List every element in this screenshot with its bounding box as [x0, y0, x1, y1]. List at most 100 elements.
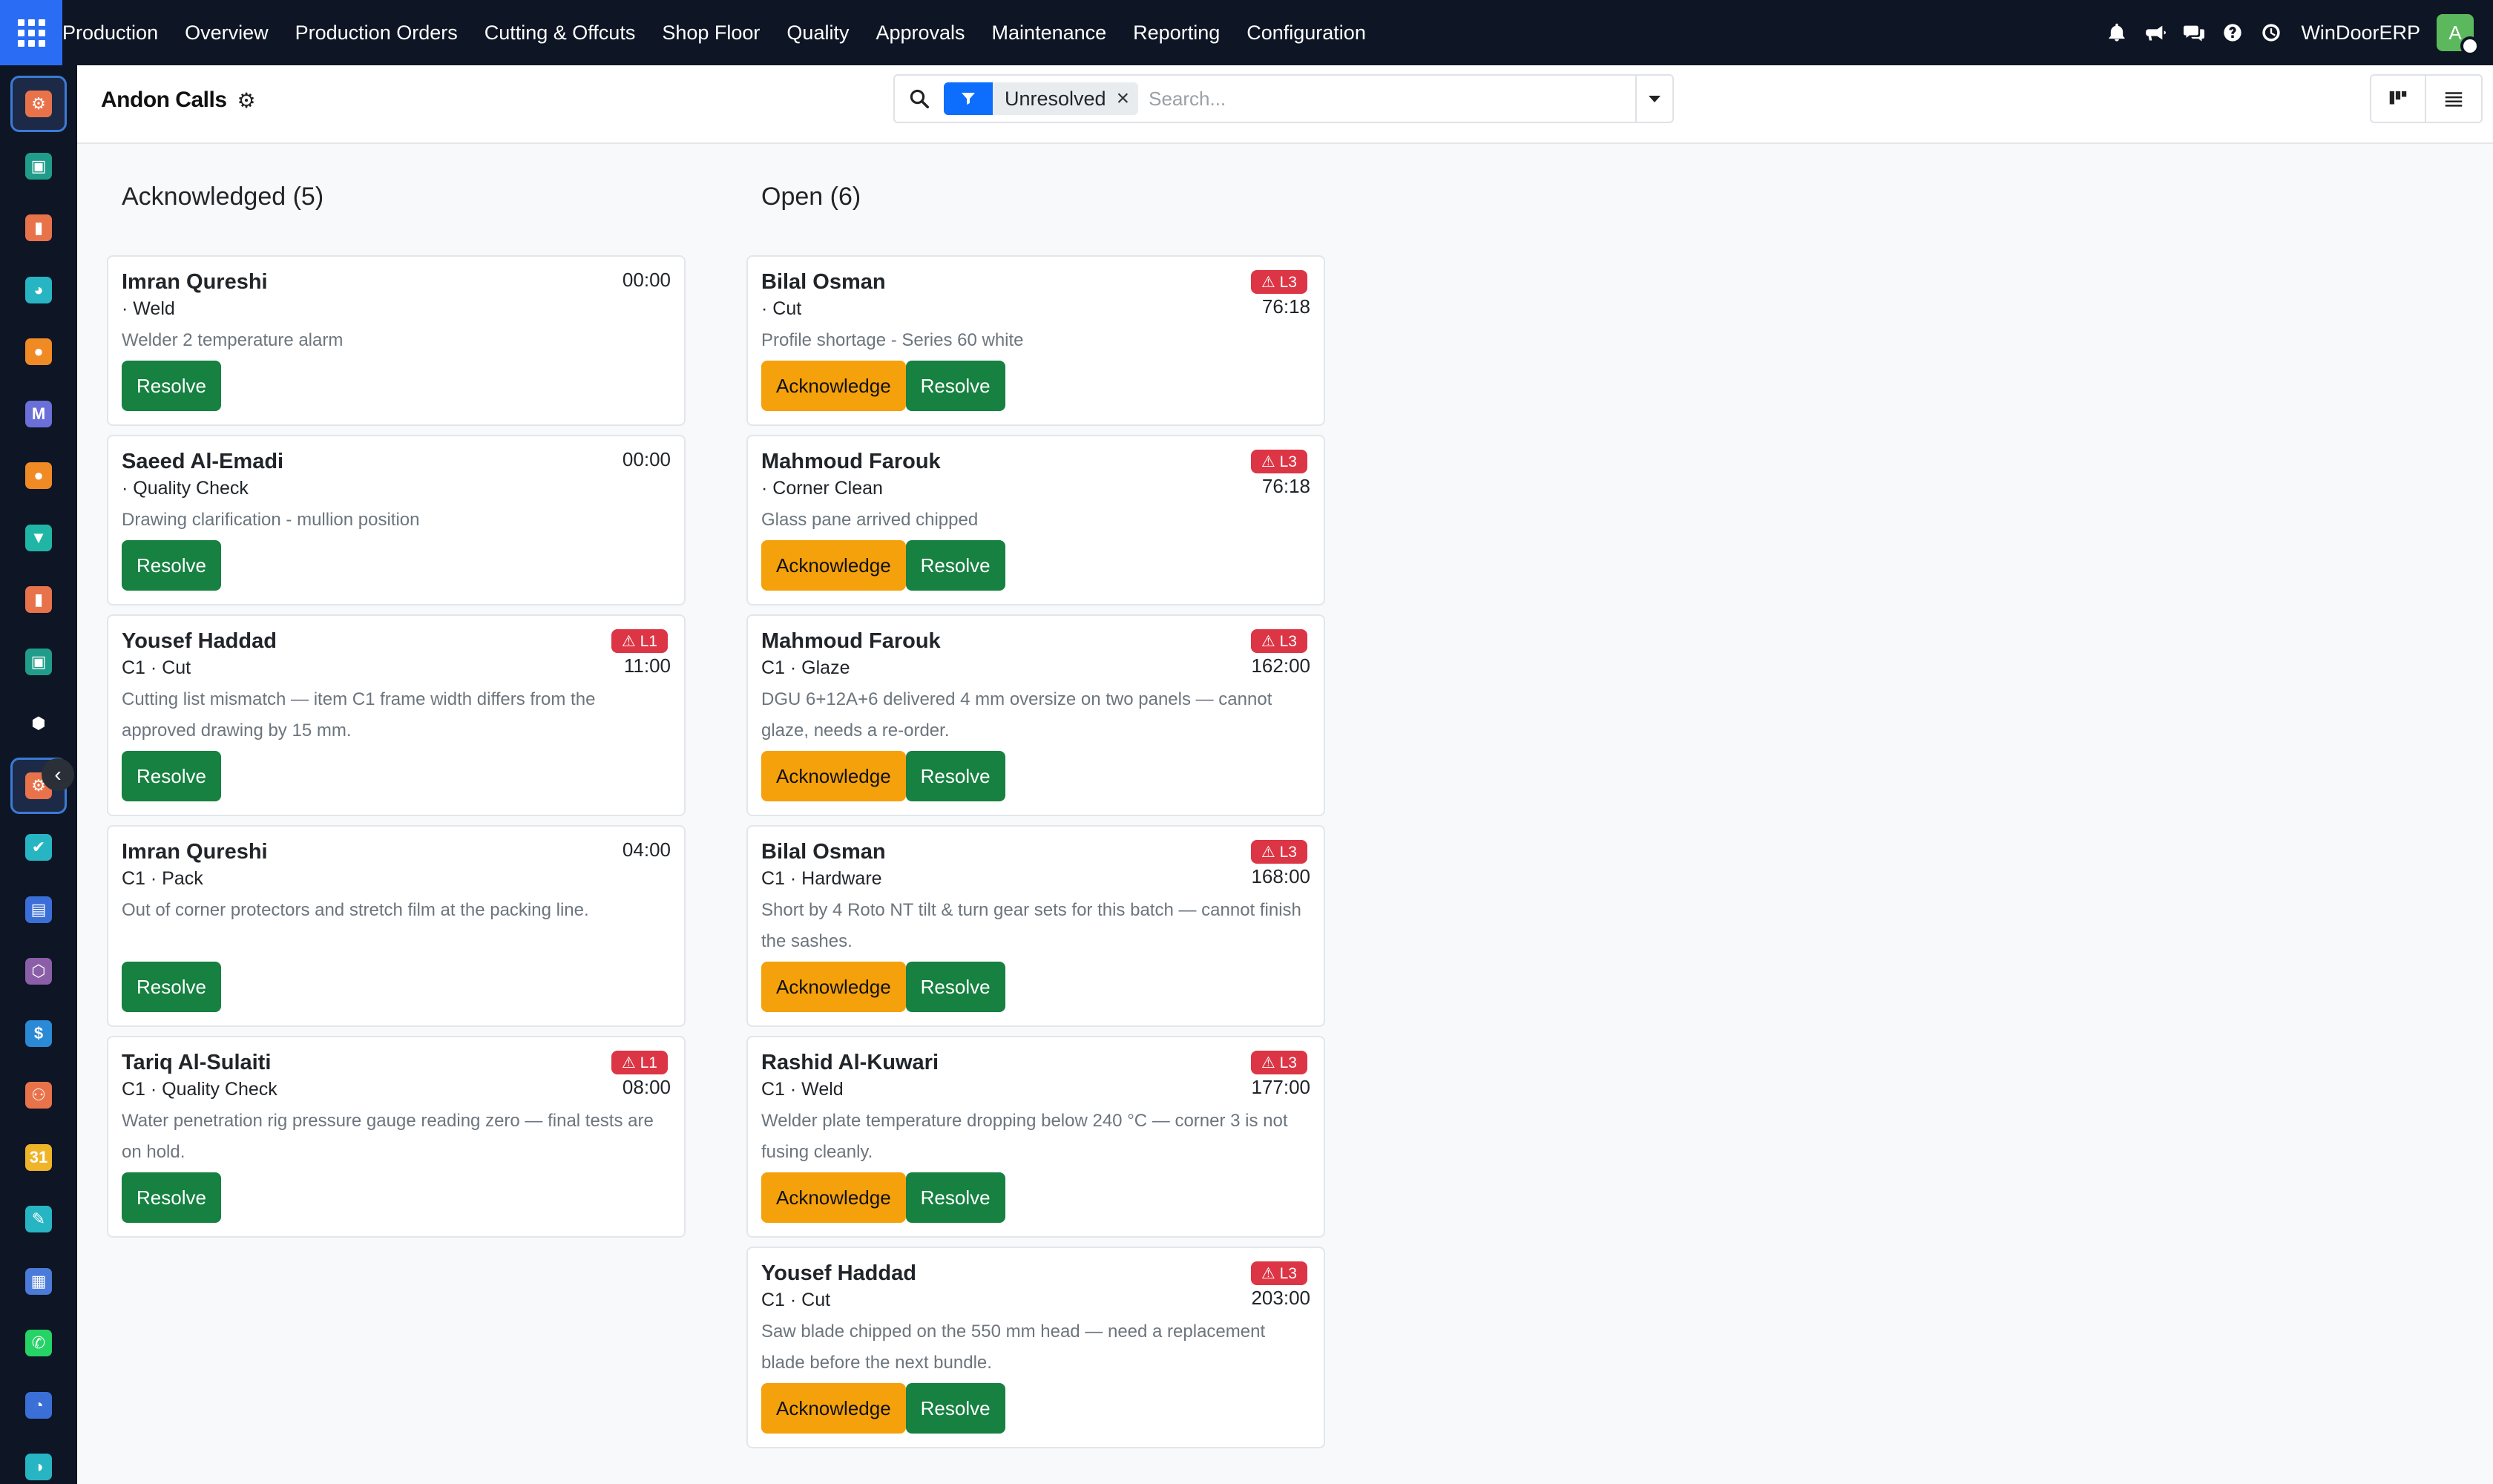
sidebar-app-item[interactable]: ▣: [10, 634, 67, 690]
main-menu: Production Overview Production Orders Cu…: [62, 0, 1379, 65]
caret-down-icon: [1649, 95, 1661, 102]
clock-icon[interactable]: [2252, 0, 2290, 65]
acknowledge-button[interactable]: Acknowledge: [761, 962, 906, 1012]
sidebar-app-item[interactable]: ▮: [10, 200, 67, 256]
andon-card[interactable]: Yousef Haddad C1 · Cut Cutting list mismat…: [107, 614, 686, 816]
andon-card[interactable]: Bilal Osman C1 · Hardware Short by 4 Roto …: [746, 825, 1325, 1027]
menu-overview[interactable]: Overview: [171, 0, 282, 65]
search-options-toggle[interactable]: [1635, 76, 1672, 122]
control-panel: Andon Calls ⚙ Unresolved ×: [77, 65, 2493, 144]
resolve-button[interactable]: Resolve: [905, 751, 1005, 801]
card-actions: Acknowledge Resolve: [761, 1383, 1005, 1434]
sidebar-app-item[interactable]: $: [10, 1005, 67, 1062]
sidebar-app-item[interactable]: ▤: [10, 881, 67, 938]
search-input[interactable]: [1149, 87, 1594, 111]
card-actions: Acknowledge Resolve: [761, 962, 1005, 1012]
andon-card[interactable]: Rashid Al-Kuwari C1 · Weld Welder plate te…: [746, 1036, 1325, 1238]
andon-card[interactable]: Tariq Al-Sulaiti C1 · Quality Check Water …: [107, 1036, 686, 1238]
card-actions: Resolve: [122, 751, 221, 801]
andon-card[interactable]: Mahmoud Farouk C1 · Glaze DGU 6+12A+6 deli…: [746, 614, 1325, 816]
sidebar-app-item[interactable]: ✔: [10, 819, 67, 876]
sidebar-app-item[interactable]: ⬢: [10, 695, 67, 752]
card-actions: Resolve: [122, 1172, 221, 1223]
acknowledge-button[interactable]: Acknowledge: [761, 361, 906, 411]
user-avatar[interactable]: A: [2437, 14, 2480, 56]
resolve-button[interactable]: Resolve: [122, 962, 221, 1012]
card-actions: Resolve: [122, 962, 221, 1012]
elapsed-time: 76:18: [1261, 295, 1310, 318]
resolve-button[interactable]: Resolve: [905, 1383, 1005, 1434]
sidebar-app-item[interactable]: ◕: [10, 262, 67, 318]
sidebar-app-item[interactable]: 31: [10, 1129, 67, 1186]
filter-facet[interactable]: Unresolved ×: [944, 82, 1139, 115]
menu-approvals[interactable]: Approvals: [862, 0, 978, 65]
sidebar-app-item[interactable]: ▦: [10, 1253, 67, 1310]
menu-configuration[interactable]: Configuration: [1233, 0, 1379, 65]
acknowledge-button[interactable]: Acknowledge: [761, 540, 906, 591]
resolve-button[interactable]: Resolve: [122, 540, 221, 591]
sidebar-app-item[interactable]: ✆: [10, 1315, 67, 1371]
chat-icon[interactable]: [2175, 0, 2213, 65]
menu-maintenance[interactable]: Maintenance: [979, 0, 1120, 65]
andon-card[interactable]: Mahmoud Farouk · Corner Clean Glass pane a…: [746, 435, 1325, 605]
card-workstation: C1 · Cut: [122, 657, 191, 678]
invoicing-app-icon: $: [25, 1020, 52, 1047]
search-icon[interactable]: [895, 76, 944, 122]
andon-card[interactable]: Saeed Al-Emadi · Quality Check Drawing cla…: [107, 435, 686, 605]
elapsed-time: 177:00: [1251, 1076, 1310, 1098]
acknowledge-button[interactable]: Acknowledge: [761, 751, 906, 801]
card-workstation: · Corner Clean: [761, 478, 883, 499]
card-description: Cutting list mismatch — item C1 frame wi…: [122, 689, 596, 741]
list-view-button[interactable]: [2426, 74, 2483, 123]
kanban-view-button[interactable]: [2370, 74, 2426, 123]
resolve-button[interactable]: Resolve: [905, 540, 1005, 591]
acknowledge-button[interactable]: Acknowledge: [761, 1383, 906, 1434]
card-operator-name: Rashid Al-Kuwari: [761, 1051, 939, 1074]
card-description: Glass pane arrived chipped: [761, 510, 979, 530]
sidebar-app-item[interactable]: ◔: [10, 1377, 67, 1434]
sidebar-app-item[interactable]: ⚇: [10, 1067, 67, 1123]
resolve-button[interactable]: Resolve: [905, 1172, 1005, 1223]
sidebar-app-item[interactable]: ▼: [10, 510, 67, 566]
sidebar-app-item[interactable]: ✎: [10, 1191, 67, 1247]
menu-cutting-offcuts[interactable]: Cutting & Offcuts: [471, 0, 649, 65]
sidebar-app-item[interactable]: ▣: [10, 138, 67, 194]
menu-production-orders[interactable]: Production Orders: [282, 0, 471, 65]
resolve-button[interactable]: Resolve: [122, 751, 221, 801]
resolve-button[interactable]: Resolve: [905, 962, 1005, 1012]
elapsed-time: 162:00: [1251, 654, 1310, 677]
collapse-sidebar-button[interactable]: ‹: [42, 758, 74, 791]
menu-shop-floor[interactable]: Shop Floor: [648, 0, 773, 65]
gear-icon[interactable]: ⚙: [237, 88, 256, 113]
knowledge-app-icon: ▤: [25, 896, 52, 923]
menu-reporting[interactable]: Reporting: [1120, 0, 1233, 65]
sidebar-app-item[interactable]: ◑: [10, 1439, 67, 1484]
calendar-app-icon: 31: [25, 1143, 52, 1171]
andon-card[interactable]: Imran Qureshi C1 · Pack Out of corner prot…: [107, 825, 686, 1027]
company-switcher[interactable]: WinDoorERP: [2301, 22, 2420, 45]
resolve-button[interactable]: Resolve: [122, 1172, 221, 1223]
sidebar-app-item[interactable]: M: [10, 386, 67, 442]
help-icon[interactable]: [2213, 0, 2252, 65]
breadcrumb-title: Andon Calls: [101, 88, 227, 112]
email-app-icon: M: [25, 400, 52, 427]
menu-brand[interactable]: Production: [62, 0, 171, 65]
acknowledge-button[interactable]: Acknowledge: [761, 1172, 906, 1223]
close-icon[interactable]: ×: [1117, 86, 1139, 111]
whatsapp-app-icon: ✆: [25, 1330, 52, 1356]
sidebar-app-item[interactable]: ⚙: [10, 76, 67, 132]
andon-card[interactable]: Bilal Osman · Cut Profile shortage - Serie…: [746, 255, 1325, 426]
sidebar-app-item[interactable]: ●: [10, 447, 67, 504]
app-switcher-button[interactable]: [0, 0, 62, 65]
resolve-button[interactable]: Resolve: [905, 361, 1005, 411]
sidebar-app-item[interactable]: ⬡: [10, 943, 67, 999]
andon-card[interactable]: Yousef Haddad C1 · Cut Saw blade chipped o…: [746, 1247, 1325, 1448]
megaphone-icon[interactable]: [2136, 0, 2175, 65]
menu-quality[interactable]: Quality: [773, 0, 862, 65]
sidebar-app-item[interactable]: ▮: [10, 571, 67, 628]
andon-card[interactable]: Imran Qureshi · Weld Welder 2 temperature …: [107, 255, 686, 426]
resolve-button[interactable]: Resolve: [122, 361, 221, 411]
card-operator-name: Bilal Osman: [761, 840, 886, 864]
sidebar-app-item[interactable]: ●: [10, 324, 67, 380]
bell-icon[interactable]: [2098, 0, 2136, 65]
